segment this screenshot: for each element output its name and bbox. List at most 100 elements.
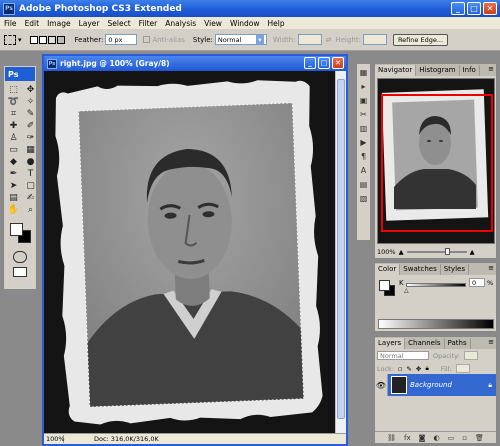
- tab-styles[interactable]: Styles: [441, 264, 469, 275]
- document-maximize-button[interactable]: □: [318, 57, 330, 69]
- document-size[interactable]: Doc: 316,0K/316,0K: [64, 435, 159, 443]
- tab-paths[interactable]: Paths: [445, 338, 471, 349]
- lock-transparency-icon[interactable]: ▫: [398, 365, 402, 373]
- brushes-icon[interactable]: ▦: [358, 67, 369, 78]
- menu-edit[interactable]: Edit: [25, 19, 40, 28]
- menu-analysis[interactable]: Analysis: [165, 19, 196, 28]
- navigator-zoom-value[interactable]: 100%: [377, 248, 396, 256]
- move-tool-icon[interactable]: ✥: [23, 84, 38, 95]
- eyedropper-tool-icon[interactable]: ✍: [23, 192, 38, 203]
- opacity-field[interactable]: [463, 351, 478, 360]
- tab-histogram[interactable]: Histogram: [416, 65, 460, 76]
- swap-dimensions-icon[interactable]: ⇄: [326, 36, 332, 44]
- paragraph-icon[interactable]: ¶: [358, 151, 369, 162]
- foreground-color-swatch[interactable]: [379, 280, 390, 291]
- path-selection-tool-icon[interactable]: ➤: [6, 180, 21, 191]
- lock-pixels-icon[interactable]: ✎: [406, 365, 411, 373]
- color-ramp[interactable]: [378, 319, 494, 329]
- dodge-tool-icon[interactable]: ●: [23, 156, 38, 167]
- character-icon[interactable]: A: [358, 165, 369, 176]
- lasso-tool-icon[interactable]: ➰: [6, 96, 21, 107]
- gradient-tool-icon[interactable]: ▦: [23, 144, 38, 155]
- foreground-color-swatch[interactable]: [10, 223, 23, 236]
- history-icon[interactable]: ▥: [358, 123, 369, 134]
- zoom-tool-icon[interactable]: ⌕: [23, 204, 38, 215]
- feather-input[interactable]: 0 px: [105, 34, 138, 45]
- layer-style-icon[interactable]: fx: [404, 434, 411, 442]
- marquee-tool-icon[interactable]: ⬚: [6, 84, 21, 95]
- close-button[interactable]: ✕: [483, 2, 497, 15]
- new-layer-icon[interactable]: ▫: [462, 434, 467, 442]
- eraser-tool-icon[interactable]: ▭: [6, 144, 21, 155]
- lock-position-icon[interactable]: ✥: [416, 365, 421, 373]
- delete-layer-icon[interactable]: 🗑︎: [475, 434, 484, 442]
- crop-tool-icon[interactable]: ⌗: [6, 108, 21, 119]
- tab-info[interactable]: Info: [460, 65, 480, 76]
- menu-layer[interactable]: Layer: [79, 19, 100, 28]
- menu-select[interactable]: Select: [108, 19, 131, 28]
- menu-help[interactable]: Help: [268, 19, 285, 28]
- measurement-icon[interactable]: ▤: [358, 179, 369, 190]
- navigator-zoom-slider-handle[interactable]: [444, 247, 450, 255]
- refine-edge-button[interactable]: Refine Edge...: [392, 33, 449, 46]
- image-canvas[interactable]: [44, 71, 335, 435]
- tab-color[interactable]: Color: [375, 264, 401, 275]
- layer-comps-icon[interactable]: ▧: [358, 193, 369, 204]
- tool-presets-icon[interactable]: ▸: [358, 81, 369, 92]
- magic-wand-tool-icon[interactable]: ✧: [23, 96, 38, 107]
- menu-window[interactable]: Window: [230, 19, 260, 28]
- actions-icon[interactable]: ▶: [358, 137, 369, 148]
- k-value-field[interactable]: 0: [469, 278, 485, 287]
- scissors-icon[interactable]: ✂: [358, 109, 369, 120]
- navigator-zoom-slider[interactable]: [406, 247, 467, 255]
- shape-tool-icon[interactable]: ▢: [23, 180, 38, 191]
- clone-source-icon[interactable]: ▣: [358, 95, 369, 106]
- lock-all-icon[interactable]: 🔒︎: [425, 364, 428, 373]
- antialias-checkbox[interactable]: [143, 36, 151, 43]
- height-input[interactable]: [362, 34, 387, 45]
- hand-tool-icon[interactable]: ✋: [6, 204, 21, 215]
- link-layers-icon[interactable]: ⛓: [387, 434, 396, 442]
- new-group-icon[interactable]: ▭: [448, 434, 455, 442]
- vertical-scrollbar[interactable]: [335, 71, 346, 435]
- marquee-tool-icon[interactable]: [4, 34, 16, 45]
- quick-mask-icon[interactable]: [13, 251, 27, 263]
- blend-mode-select[interactable]: Normal: [377, 351, 429, 360]
- type-tool-icon[interactable]: T: [23, 168, 38, 179]
- menu-image[interactable]: Image: [47, 19, 71, 28]
- fill-field[interactable]: [455, 364, 470, 373]
- clone-stamp-tool-icon[interactable]: ♙: [6, 132, 21, 143]
- visibility-eye-icon[interactable]: 👁︎: [375, 374, 388, 396]
- slice-tool-icon[interactable]: ✎: [23, 108, 38, 119]
- document-minimize-button[interactable]: _: [304, 57, 316, 69]
- adjustment-layer-icon[interactable]: ◐: [433, 434, 439, 442]
- pen-tool-icon[interactable]: ✒: [6, 168, 21, 179]
- layer-name[interactable]: Background: [410, 381, 452, 389]
- blur-tool-icon[interactable]: ◆: [6, 156, 21, 167]
- maximize-button[interactable]: □: [467, 2, 481, 15]
- tab-layers[interactable]: Layers: [375, 338, 406, 349]
- layer-row-background[interactable]: 👁︎ Background 🔒︎: [375, 374, 496, 396]
- notes-tool-icon[interactable]: ▤: [6, 192, 21, 203]
- selection-mode-intersect-icon[interactable]: [56, 35, 65, 44]
- layer-mask-icon[interactable]: ◙: [419, 434, 426, 442]
- menu-view[interactable]: View: [204, 19, 222, 28]
- k-slider[interactable]: [406, 283, 466, 287]
- width-input[interactable]: [297, 34, 322, 45]
- menu-file[interactable]: File: [4, 19, 17, 28]
- navigator-view-box[interactable]: [381, 94, 493, 232]
- healing-brush-tool-icon[interactable]: ✚: [6, 120, 21, 131]
- navigator-preview[interactable]: [377, 78, 495, 244]
- selection-mode-new-icon[interactable]: [29, 35, 38, 44]
- menu-filter[interactable]: Filter: [139, 19, 158, 28]
- selection-mode-add-icon[interactable]: [38, 35, 47, 44]
- scrollbar-thumb[interactable]: [337, 79, 345, 419]
- panel-menu-icon[interactable]: ≡: [488, 338, 494, 346]
- selection-mode-subtract-icon[interactable]: [47, 35, 56, 44]
- tab-swatches[interactable]: Swatches: [400, 264, 441, 275]
- panel-menu-icon[interactable]: ≡: [488, 65, 494, 73]
- zoom-out-icon[interactable]: ▲: [399, 248, 404, 256]
- zoom-in-icon[interactable]: ▲: [470, 248, 475, 256]
- document-close-button[interactable]: ✕: [332, 57, 344, 69]
- tab-channels[interactable]: Channels: [405, 338, 445, 349]
